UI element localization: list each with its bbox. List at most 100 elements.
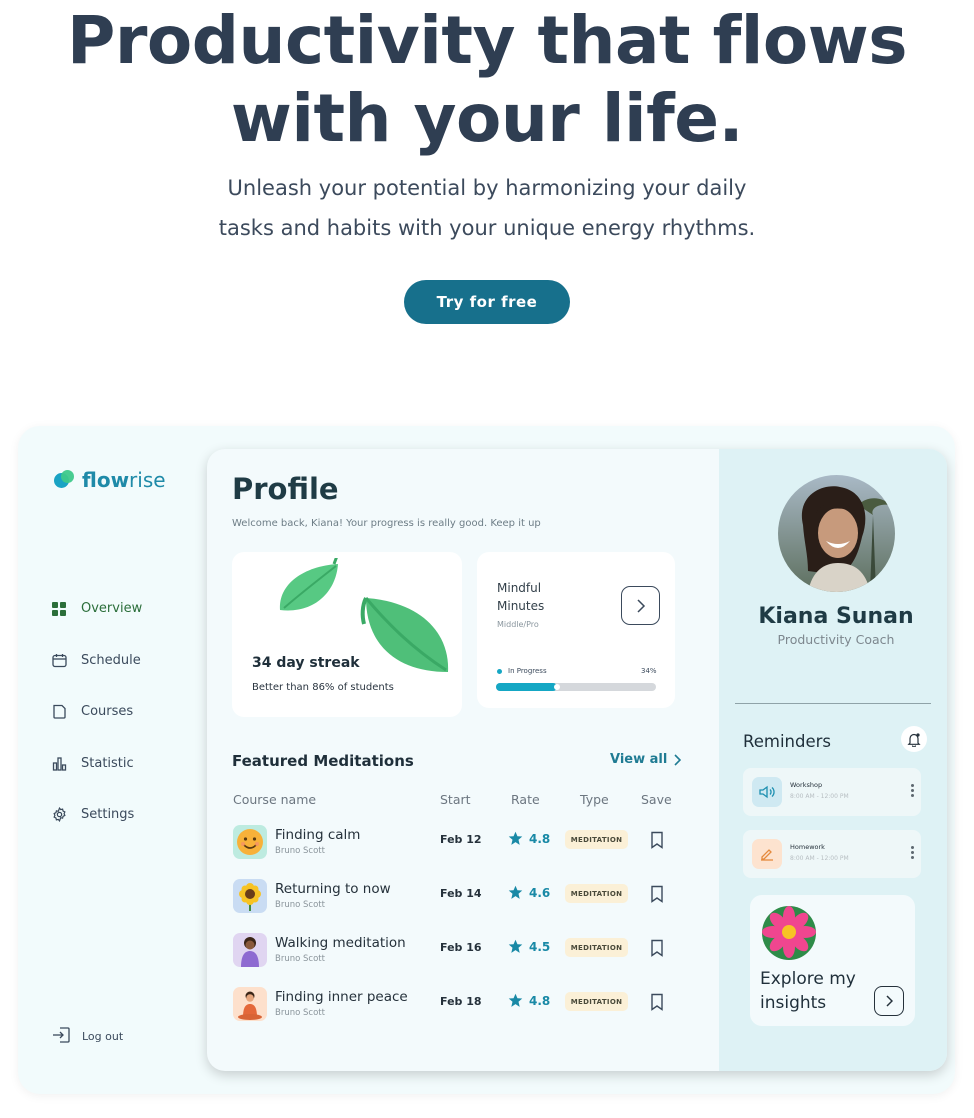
column-header-save: Save [641,792,672,807]
course-type-badge: MEDITATION [565,938,628,957]
bell-button[interactable] [901,726,927,752]
reminder-time: 8:00 AM - 12:00 PM [790,793,849,800]
leaf-icon [279,558,338,611]
star-icon [508,831,523,845]
streak-subtitle: Better than 86% of students [252,682,394,693]
star-icon [508,939,523,953]
sidebar-item-schedule[interactable]: Schedule [50,635,142,687]
user-avatar [778,475,895,592]
bookmark-icon[interactable] [650,831,664,849]
user-name: Kiana Sunan [758,604,914,629]
mindful-title: Mindful Minutes [497,581,545,613]
course-rate: 4.8 [508,993,550,1008]
sidebar-item-statistic[interactable]: Statistic [50,738,142,790]
sidebar-item-label: Overview [81,601,143,617]
logo-mark-icon [54,469,76,491]
reminder-time: 8:00 AM - 12:00 PM [790,855,849,862]
sidebar-item-overview[interactable]: Overview [50,583,142,635]
bookmark-icon[interactable] [650,939,664,957]
progress-percent: 34% [641,667,657,675]
hero-subtitle-line2: tasks and habits with your unique energy… [218,216,756,240]
course-name: Walking meditation [275,935,406,951]
logout-label: Log out [82,1030,124,1043]
course-author: Bruno Scott [275,1008,325,1018]
course-start: Feb 16 [440,941,482,954]
reminder-card-workshop[interactable]: Workshop 8:00 AM - 12:00 PM [743,768,921,816]
course-type-badge: MEDITATION [565,830,628,849]
hero-subtitle-line1: Unleash your potential by harmonizing yo… [227,176,747,200]
grid-icon [50,600,68,618]
flowrise-logo[interactable]: flowrise [54,468,166,492]
chevron-right-icon [674,753,682,766]
course-author: Bruno Scott [275,900,325,910]
course-name: Returning to now [275,881,391,897]
column-header-start: Start [440,792,471,807]
course-author: Bruno Scott [275,954,325,964]
star-icon [508,885,523,899]
leaf-icon [360,597,449,672]
user-role: Productivity Coach [777,632,895,647]
flower-icon [762,906,816,960]
course-thumbnail [233,825,267,859]
speaker-icon [752,777,782,807]
column-header-type: Type [580,792,609,807]
course-type-badge: MEDITATION [565,992,628,1011]
explore-insights-label: Explore my insights [760,969,856,1013]
view-all-link[interactable]: View all [610,752,682,767]
gear-icon [50,806,68,824]
course-rate: 4.5 [508,939,550,954]
pencil-icon [752,839,782,869]
logout-button[interactable]: Log out [52,1026,123,1047]
featured-title: Featured Meditations [232,752,414,770]
reminder-card-homework[interactable]: Homework 8:00 AM - 12:00 PM [743,830,921,878]
course-name: Finding inner peace [275,989,408,1005]
page-title: Profile [232,472,339,506]
mindful-open-button[interactable] [621,586,660,625]
progress-bar [496,683,656,691]
more-options-icon[interactable] [911,784,915,799]
sidebar-nav: Overview Schedule Courses Statistic Sett… [50,583,142,841]
streak-title: 34 day streak [252,655,360,671]
logout-icon [52,1026,72,1047]
course-author: Bruno Scott [275,846,325,856]
bookmark-icon[interactable] [650,885,664,903]
more-options-icon[interactable] [911,846,915,861]
sidebar-item-label: Schedule [81,652,141,668]
course-start: Feb 12 [440,833,482,846]
progress-fill [496,683,560,691]
bell-icon [907,732,921,747]
bar-chart-icon [50,754,68,772]
explore-insights-button[interactable] [874,986,904,1016]
course-start: Feb 18 [440,995,482,1008]
star-icon [508,993,523,1007]
hero-subtitle: Unleash your potential by harmonizing yo… [187,168,787,248]
reminders-title: Reminders [743,732,831,751]
reminder-name: Workshop [790,781,823,789]
calendar-icon [50,651,68,669]
course-rate: 4.6 [508,885,550,900]
mindful-level: Middle/Pro [497,620,539,629]
chevron-right-icon [636,598,645,613]
course-rate: 4.8 [508,831,550,846]
column-header-rate: Rate [511,792,540,807]
course-thumbnail [233,933,267,967]
course-name: Finding calm [275,827,361,843]
progress-status: In Progress [508,667,547,675]
welcome-message: Welcome back, Kiana! Your progress is re… [232,518,541,529]
course-start: Feb 14 [440,887,482,900]
hero-title: Productivity that flows with your life. [0,2,974,158]
hero-title-line2: with your life. [230,80,744,157]
sidebar-item-settings[interactable]: Settings [50,789,142,841]
sidebar-item-label: Settings [81,807,135,823]
folder-icon [50,703,68,721]
hero-title-line1: Productivity that flows [66,2,908,79]
logo-text: flowrise [82,468,166,492]
sidebar-item-courses[interactable]: Courses [50,686,142,738]
column-header-course: Course name [233,792,317,807]
course-thumbnail [233,987,267,1021]
course-type-badge: MEDITATION [565,884,628,903]
sidebar-item-label: Statistic [81,755,134,771]
try-for-free-button[interactable]: Try for free [404,280,570,324]
sidebar-item-label: Courses [81,704,134,720]
bookmark-icon[interactable] [650,993,664,1011]
